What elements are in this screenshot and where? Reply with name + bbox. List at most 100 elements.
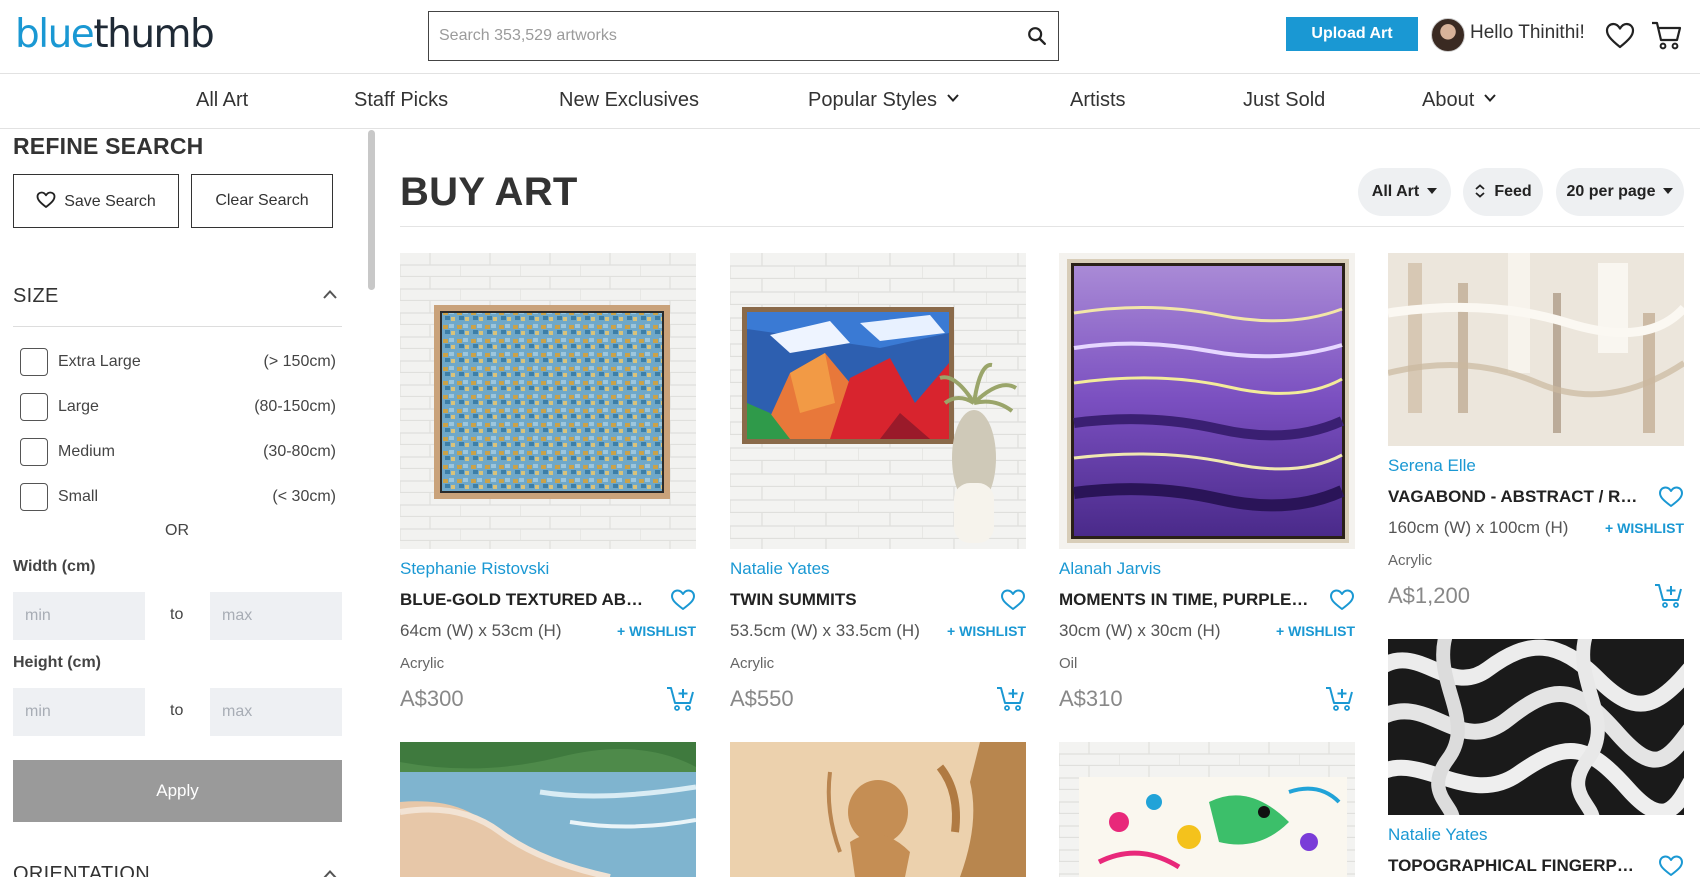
artwork-image[interactable] bbox=[1059, 742, 1355, 877]
size-option-label: Medium bbox=[58, 443, 115, 460]
height-max-input[interactable] bbox=[210, 688, 342, 736]
size-option-label: Extra Large bbox=[58, 353, 141, 370]
nav-about[interactable]: About bbox=[1422, 89, 1497, 112]
view-toggle[interactable]: Feed bbox=[1463, 168, 1543, 216]
caret-down-icon bbox=[1663, 188, 1674, 194]
caret-down-icon bbox=[1427, 188, 1438, 194]
artwork-dimensions: 160cm (W) x 100cm (H) bbox=[1388, 518, 1569, 537]
apply-button[interactable]: Apply bbox=[13, 760, 342, 822]
nav-new-exclusives[interactable]: New Exclusives bbox=[559, 89, 699, 112]
logo-text-thumb: thumb bbox=[93, 12, 214, 57]
artwork-title[interactable]: BLUE-GOLD TEXTURED ABSTRACT bbox=[400, 590, 654, 610]
artwork-medium: Acrylic bbox=[730, 655, 775, 672]
size-option-range: (< 30cm) bbox=[272, 488, 336, 505]
artwork-title[interactable]: TOPOGRAPHICAL FINGERPRINT bbox=[1388, 856, 1642, 876]
nav-all-art[interactable]: All Art bbox=[196, 89, 248, 112]
view-label: Feed bbox=[1494, 183, 1532, 200]
size-option-extra-large[interactable]: Extra Large (> 150cm) bbox=[20, 347, 336, 377]
add-to-wishlist-link[interactable]: + WISHLIST bbox=[1605, 520, 1684, 536]
size-option-medium[interactable]: Medium (30-80cm) bbox=[20, 437, 336, 467]
artwork-image[interactable] bbox=[1388, 639, 1684, 815]
nav-label: About bbox=[1422, 89, 1475, 111]
width-max-input[interactable] bbox=[210, 592, 342, 640]
artwork-medium: Acrylic bbox=[400, 655, 445, 672]
divider bbox=[400, 226, 1684, 227]
orientation-section-title[interactable]: ORIENTATION bbox=[13, 863, 150, 877]
chevron-up-icon[interactable] bbox=[322, 868, 338, 877]
heart-icon[interactable] bbox=[1658, 854, 1684, 877]
main-nav: All Art Staff Picks New Exclusives Popul… bbox=[0, 75, 1700, 129]
add-to-cart-icon[interactable] bbox=[1654, 580, 1684, 610]
add-to-wishlist-link[interactable]: + WISHLIST bbox=[947, 623, 1026, 639]
sort-icon bbox=[1475, 184, 1485, 198]
nav-popular-styles[interactable]: Popular Styles bbox=[808, 89, 959, 112]
add-to-wishlist-link[interactable]: + WISHLIST bbox=[1276, 623, 1355, 639]
save-search-label: Save Search bbox=[64, 193, 156, 210]
nav-label: Staff Picks bbox=[354, 89, 449, 111]
artwork-title[interactable]: TWIN SUMMITS bbox=[730, 590, 984, 610]
checkbox[interactable] bbox=[20, 483, 48, 511]
to-label: to bbox=[170, 606, 184, 623]
nav-artists[interactable]: Artists bbox=[1070, 89, 1126, 112]
artwork-image[interactable] bbox=[1388, 253, 1684, 446]
search-input[interactable] bbox=[439, 12, 999, 60]
artwork-price: A$310 bbox=[1059, 686, 1123, 711]
artwork-image[interactable] bbox=[730, 742, 1026, 877]
heart-icon[interactable] bbox=[1658, 485, 1684, 509]
height-min-input[interactable] bbox=[13, 688, 145, 736]
search-bar bbox=[428, 11, 1059, 61]
artist-name[interactable]: Serena Elle bbox=[1388, 456, 1476, 476]
width-min-input[interactable] bbox=[13, 592, 145, 640]
checkbox[interactable] bbox=[20, 348, 48, 376]
artwork-dimensions: 53.5cm (W) x 33.5cm (H) bbox=[730, 621, 920, 640]
size-option-small[interactable]: Small (< 30cm) bbox=[20, 482, 336, 512]
heart-icon[interactable] bbox=[670, 588, 696, 612]
page-title: BUY ART bbox=[400, 170, 578, 214]
artwork-dimensions: 30cm (W) x 30cm (H) bbox=[1059, 621, 1221, 640]
cart-icon[interactable] bbox=[1650, 18, 1684, 52]
add-to-cart-icon[interactable] bbox=[1325, 683, 1355, 713]
category-label: All Art bbox=[1371, 183, 1420, 200]
height-label: Height (cm) bbox=[13, 654, 101, 671]
artwork-title[interactable]: VAGABOND - ABSTRACT / REFLECTION bbox=[1388, 487, 1642, 507]
wishlist-heart-icon[interactable] bbox=[1604, 20, 1636, 52]
user-greeting[interactable]: Hello Thinithi! bbox=[1470, 22, 1585, 44]
chevron-up-icon[interactable] bbox=[322, 288, 338, 300]
artwork-image[interactable] bbox=[400, 742, 696, 877]
add-to-cart-icon[interactable] bbox=[666, 683, 696, 713]
heart-icon[interactable] bbox=[1000, 588, 1026, 612]
clear-search-button[interactable]: Clear Search bbox=[191, 174, 333, 228]
sidebar-scrollbar[interactable] bbox=[368, 130, 375, 290]
per-page-dropdown[interactable]: 20 per page bbox=[1556, 168, 1684, 216]
nav-just-sold[interactable]: Just Sold bbox=[1243, 89, 1325, 112]
nav-staff-picks[interactable]: Staff Picks bbox=[354, 89, 448, 112]
search-icon[interactable] bbox=[1026, 25, 1048, 47]
artwork-image[interactable] bbox=[730, 253, 1026, 549]
size-section-title[interactable]: SIZE bbox=[13, 285, 59, 308]
add-to-cart-icon[interactable] bbox=[996, 683, 1026, 713]
add-to-wishlist-link[interactable]: + WISHLIST bbox=[617, 623, 696, 639]
artwork-image[interactable] bbox=[1059, 253, 1355, 549]
artwork-title[interactable]: MOMENTS IN TIME, PURPLE OCEAN bbox=[1059, 590, 1313, 610]
artwork-image[interactable] bbox=[400, 253, 696, 549]
artist-name[interactable]: Stephanie Ristovski bbox=[400, 559, 549, 579]
save-search-button[interactable]: Save Search bbox=[13, 174, 179, 228]
checkbox[interactable] bbox=[20, 438, 48, 466]
heart-icon[interactable] bbox=[1329, 588, 1355, 612]
sidebar-title: REFINE SEARCH bbox=[13, 133, 204, 159]
category-dropdown[interactable]: All Art bbox=[1358, 168, 1451, 216]
artwork-dimensions: 64cm (W) x 53cm (H) bbox=[400, 621, 562, 640]
artwork-medium: Oil bbox=[1059, 655, 1078, 672]
size-option-label: Small bbox=[58, 488, 99, 505]
upload-art-button[interactable]: Upload Art bbox=[1286, 17, 1418, 51]
size-option-large[interactable]: Large (80-150cm) bbox=[20, 392, 336, 422]
nav-label: Popular Styles bbox=[808, 89, 937, 111]
bluethumb-logo[interactable]: bluethumb bbox=[15, 12, 215, 57]
checkbox[interactable] bbox=[20, 393, 48, 421]
artist-name[interactable]: Natalie Yates bbox=[730, 559, 830, 579]
heart-icon bbox=[36, 191, 56, 208]
artist-name[interactable]: Alanah Jarvis bbox=[1059, 559, 1161, 579]
artwork-price: A$1,200 bbox=[1388, 583, 1470, 608]
avatar[interactable] bbox=[1431, 18, 1465, 52]
artist-name[interactable]: Natalie Yates bbox=[1388, 825, 1488, 845]
